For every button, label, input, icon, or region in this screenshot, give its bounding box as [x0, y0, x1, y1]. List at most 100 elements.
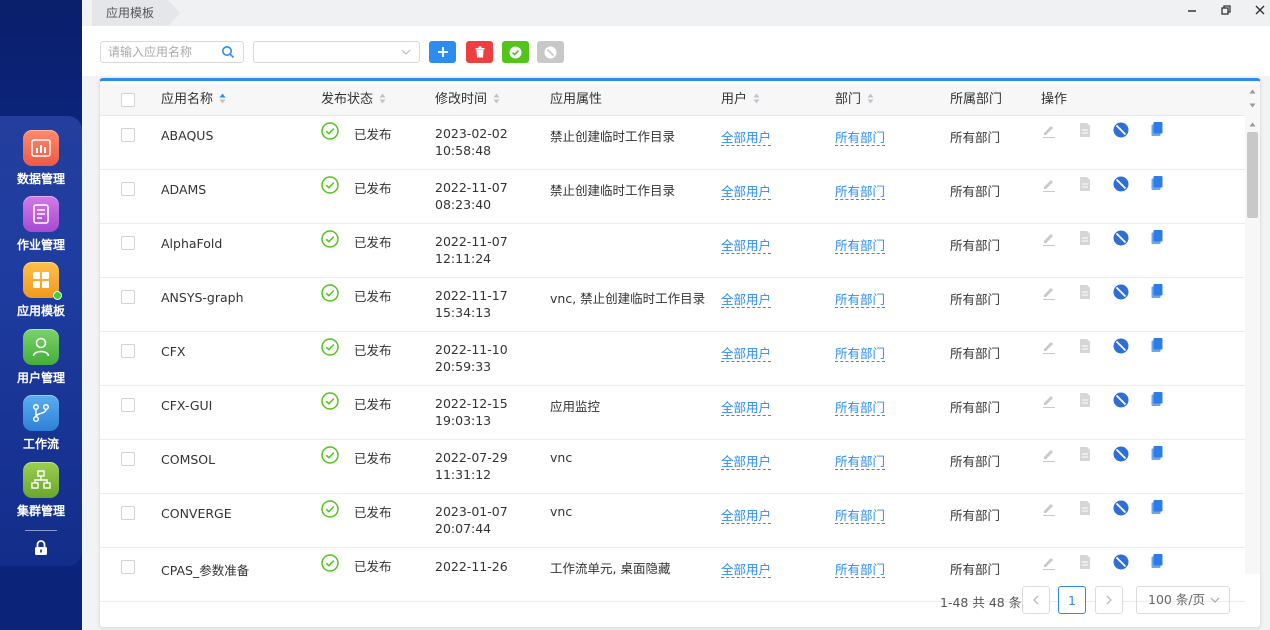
search-input[interactable]	[101, 42, 211, 62]
edit-icon[interactable]	[1041, 447, 1057, 463]
add-button[interactable]	[429, 41, 456, 63]
table-row[interactable]: AlphaFold 已发布 2022-11-07 12:11:24 全部用户 所有部门 所有…	[100, 224, 1245, 278]
row-checkbox[interactable]	[121, 182, 135, 196]
page-size-select[interactable]: 100 条/页	[1136, 586, 1230, 614]
users-link[interactable]: 全部用户	[721, 400, 772, 416]
restore-icon[interactable]	[1218, 4, 1234, 20]
users-link[interactable]: 全部用户	[721, 454, 772, 470]
copy-icon[interactable]	[1149, 121, 1165, 137]
column-header-name[interactable]: 应用名称	[161, 84, 226, 116]
users-link[interactable]: 全部用户	[721, 292, 772, 308]
document-icon[interactable]	[1077, 338, 1093, 354]
document-icon[interactable]	[1077, 446, 1093, 462]
edit-icon[interactable]	[1041, 393, 1057, 409]
table-row[interactable]: CFX 已发布 2022-11-10 20:59:33 全部用户 所有部门 所有部门	[100, 332, 1245, 386]
column-header-modified[interactable]: 修改时间	[435, 84, 500, 116]
sort-icon[interactable]	[753, 93, 760, 104]
disable-icon[interactable]	[1113, 500, 1129, 516]
delete-button[interactable]	[466, 41, 493, 63]
row-checkbox[interactable]	[121, 290, 135, 304]
document-icon[interactable]	[1077, 500, 1093, 516]
publish-button[interactable]	[502, 41, 529, 63]
users-link[interactable]: 全部用户	[721, 238, 772, 254]
close-icon[interactable]	[1252, 4, 1268, 20]
row-checkbox[interactable]	[121, 236, 135, 250]
department-link[interactable]: 所有部门	[835, 346, 886, 362]
users-link[interactable]: 全部用户	[721, 184, 772, 200]
disable-icon[interactable]	[1113, 338, 1129, 354]
document-icon[interactable]	[1077, 176, 1093, 192]
department-link[interactable]: 所有部门	[835, 292, 886, 308]
sort-icon[interactable]	[493, 93, 500, 104]
disable-icon[interactable]	[1113, 554, 1129, 570]
select-all-checkbox[interactable]	[121, 93, 135, 107]
edit-icon[interactable]	[1041, 177, 1057, 193]
scrollbar-thumb[interactable]	[1247, 132, 1258, 218]
department-link[interactable]: 所有部门	[835, 508, 886, 524]
row-checkbox[interactable]	[121, 452, 135, 466]
table-row[interactable]: ANSYS-graph 已发布 2022-11-17 15:34:13 vnc, 禁止创…	[100, 278, 1245, 332]
row-checkbox[interactable]	[121, 560, 135, 574]
row-checkbox[interactable]	[121, 128, 135, 142]
table-row[interactable]: COMSOL 已发布 2022-07-29 11:31:12 vnc 全部用户 所有部门 所有…	[100, 440, 1245, 494]
document-icon[interactable]	[1077, 284, 1093, 300]
column-header-department[interactable]: 部门	[835, 84, 874, 116]
department-link[interactable]: 所有部门	[835, 400, 886, 416]
sidebar-item-user-management[interactable]: 用户管理	[0, 329, 82, 393]
users-link[interactable]: 全部用户	[721, 562, 772, 578]
sidebar-item-cluster-management[interactable]: 集群管理	[0, 462, 82, 526]
table-row[interactable]: CONVERGE 已发布 2023-01-07 20:07:44 vnc 全部用户 所有部门…	[100, 494, 1245, 548]
copy-icon[interactable]	[1149, 553, 1165, 569]
minimize-icon[interactable]	[1184, 4, 1200, 20]
document-icon[interactable]	[1077, 554, 1093, 570]
search-icon[interactable]	[221, 45, 235, 59]
document-icon[interactable]	[1077, 122, 1093, 138]
sidebar-item-workflow[interactable]: 工作流	[0, 395, 82, 459]
users-link[interactable]: 全部用户	[721, 346, 772, 362]
row-checkbox[interactable]	[121, 506, 135, 520]
document-icon[interactable]	[1077, 392, 1093, 408]
disable-icon[interactable]	[1113, 230, 1129, 246]
copy-icon[interactable]	[1149, 337, 1165, 353]
department-link[interactable]: 所有部门	[835, 238, 886, 254]
edit-icon[interactable]	[1041, 123, 1057, 139]
row-checkbox[interactable]	[121, 344, 135, 358]
department-link[interactable]: 所有部门	[835, 130, 886, 146]
tab-app-templates[interactable]: 应用模板	[92, 0, 181, 26]
copy-icon[interactable]	[1149, 229, 1165, 245]
edit-icon[interactable]	[1041, 231, 1057, 247]
edit-icon[interactable]	[1041, 555, 1057, 571]
disable-icon[interactable]	[1113, 122, 1129, 138]
department-link[interactable]: 所有部门	[835, 184, 886, 200]
row-checkbox[interactable]	[121, 398, 135, 412]
disable-icon[interactable]	[1113, 176, 1129, 192]
scroll-up-icon[interactable]	[1249, 89, 1256, 94]
copy-icon[interactable]	[1149, 175, 1165, 191]
users-link[interactable]: 全部用户	[721, 508, 772, 524]
scroll-up-icon[interactable]	[1249, 122, 1256, 127]
table-row[interactable]: ABAQUS 已发布 2023-02-02 10:58:48 禁止创建临时工作目录 全部用…	[100, 116, 1245, 170]
filter-select[interactable]	[253, 41, 420, 63]
copy-icon[interactable]	[1149, 499, 1165, 515]
column-header-users[interactable]: 用户	[721, 84, 760, 116]
page-button-current[interactable]: 1	[1058, 586, 1086, 614]
copy-icon[interactable]	[1149, 391, 1165, 407]
sort-icon[interactable]	[219, 93, 226, 104]
edit-icon[interactable]	[1041, 339, 1057, 355]
department-link[interactable]: 所有部门	[835, 562, 886, 578]
disable-button[interactable]	[537, 41, 564, 63]
edit-icon[interactable]	[1041, 285, 1057, 301]
vertical-scrollbar[interactable]	[1245, 84, 1260, 574]
prev-page-button[interactable]	[1022, 586, 1050, 614]
copy-icon[interactable]	[1149, 445, 1165, 461]
next-page-button[interactable]	[1095, 586, 1123, 614]
users-link[interactable]: 全部用户	[721, 130, 772, 146]
disable-icon[interactable]	[1113, 446, 1129, 462]
sort-icon[interactable]	[867, 93, 874, 104]
table-row[interactable]: ADAMS 已发布 2022-11-07 08:23:40 禁止创建临时工作目录 全部用户…	[100, 170, 1245, 224]
disable-icon[interactable]	[1113, 284, 1129, 300]
sort-icon[interactable]	[379, 93, 386, 104]
lock-icon[interactable]	[33, 540, 49, 556]
scroll-down-icon[interactable]	[1249, 103, 1256, 108]
copy-icon[interactable]	[1149, 283, 1165, 299]
